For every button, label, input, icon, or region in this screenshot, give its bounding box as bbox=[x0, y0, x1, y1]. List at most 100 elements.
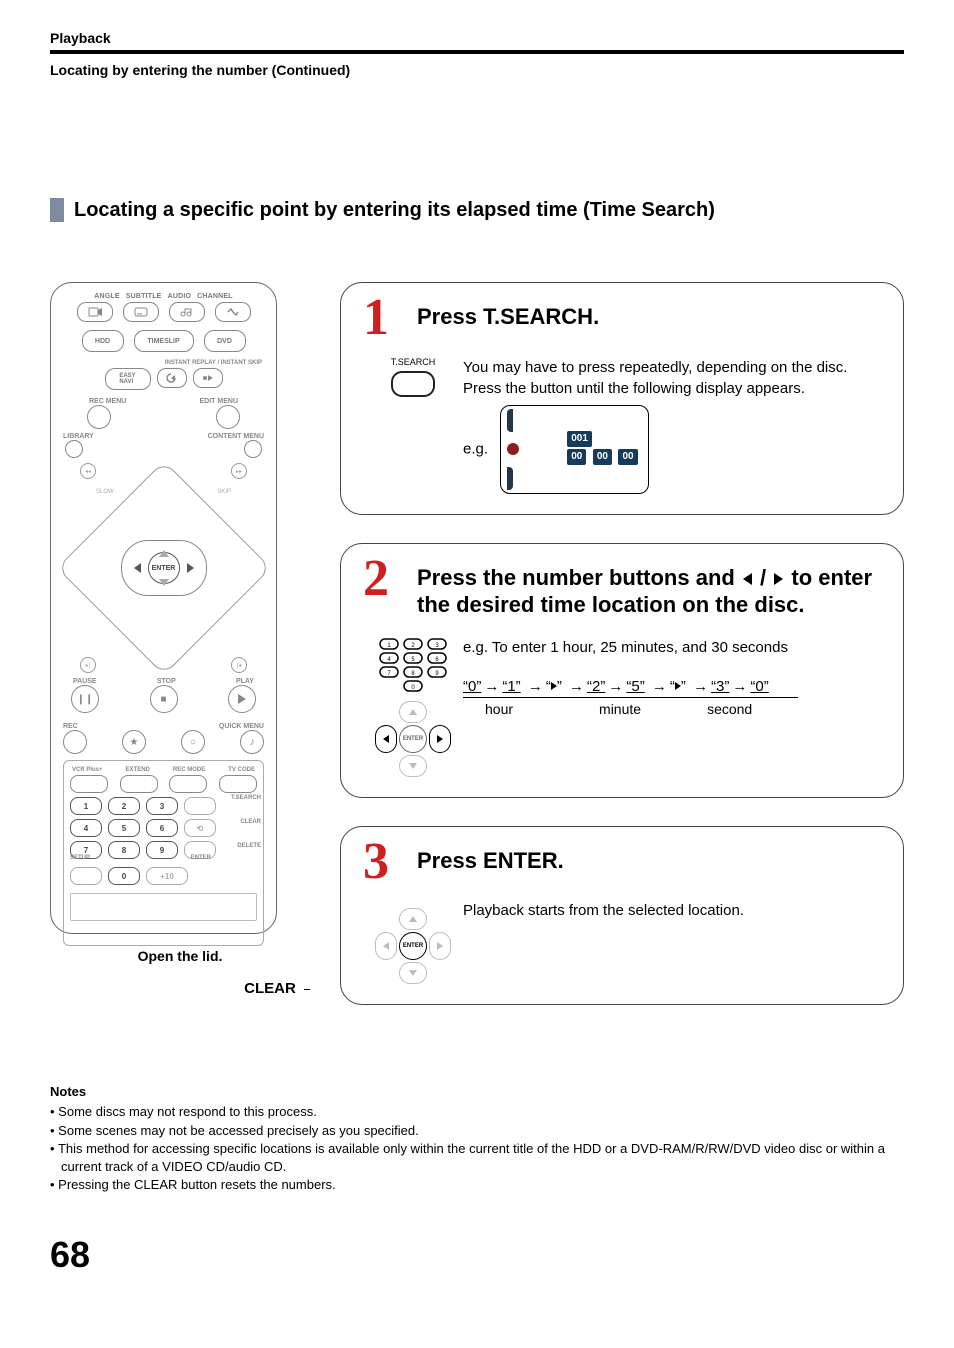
quick-menu-label: QUICK MENU bbox=[219, 723, 264, 730]
label-angle: ANGLE bbox=[94, 293, 120, 300]
step-3-box: 3 Press ENTER. ENTER Playba bbox=[340, 826, 904, 1006]
osd-time-h: 00 bbox=[567, 449, 586, 465]
num-0: 0 bbox=[108, 867, 140, 885]
osd-time-m: 00 bbox=[593, 449, 612, 465]
step-1-title: Press T.SEARCH. bbox=[417, 297, 599, 331]
plus10-button: +10 bbox=[146, 867, 188, 885]
svg-text:6: 6 bbox=[435, 657, 439, 663]
star-button: ★ bbox=[122, 730, 146, 754]
nav-mini-icon-3: ENTER bbox=[375, 908, 451, 984]
number-buttons-icon: 123 456 789 0 bbox=[378, 637, 448, 693]
channel-button bbox=[215, 302, 251, 322]
quick-menu-button: ♪ bbox=[240, 730, 264, 754]
nav-mini-icon: ENTER bbox=[375, 701, 451, 777]
osd-title-label: Title bbox=[527, 432, 561, 446]
vcrplus-button bbox=[70, 775, 108, 793]
num-3: 3 bbox=[146, 797, 178, 815]
num-1: 1 bbox=[70, 797, 102, 815]
extend-button bbox=[120, 775, 158, 793]
svg-text:1: 1 bbox=[387, 643, 391, 649]
edit-menu-button bbox=[216, 405, 240, 429]
recmode-label: REC MODE bbox=[173, 767, 205, 773]
label-subtitle: SUBTITLE bbox=[126, 293, 162, 300]
tsearch-pill-button bbox=[184, 797, 216, 815]
tvcode-label: TV CODE bbox=[228, 767, 255, 773]
instant-label: INSTANT REPLAY / INSTANT SKIP bbox=[51, 360, 276, 366]
step-2-box: 2 Press the number buttons and / to ente… bbox=[340, 543, 904, 798]
library-label: LIBRARY bbox=[63, 433, 94, 440]
stop-button: ■ bbox=[150, 685, 178, 713]
rec-dot-icon bbox=[507, 443, 519, 455]
note-item: • Some scenes may not be accessed precis… bbox=[50, 1122, 904, 1140]
pause-button: ❙❙ bbox=[71, 685, 99, 713]
num-5: 5 bbox=[108, 819, 140, 837]
clear-pill-button: ⟲ bbox=[184, 819, 216, 837]
num-9: 9 bbox=[146, 841, 178, 859]
step-1-box: 1 Press T.SEARCH. T.SEARCH You may have … bbox=[340, 282, 904, 515]
skip-fwd-icon: |◂ bbox=[231, 657, 247, 673]
slow-label: SLOW bbox=[96, 489, 114, 495]
enter-tag: ENTER bbox=[191, 855, 211, 861]
skip-label: SKIP bbox=[217, 489, 231, 495]
header-rule bbox=[50, 50, 904, 54]
svg-text:5: 5 bbox=[411, 657, 415, 663]
vcrplus-label: VCR Plus+ bbox=[72, 767, 103, 773]
svg-text:0: 0 bbox=[411, 685, 415, 691]
note-item: • Pressing the CLEAR button resets the n… bbox=[50, 1176, 904, 1194]
rec-label: REC bbox=[63, 723, 78, 730]
svg-text:9: 9 bbox=[435, 671, 439, 677]
open-lid-caption: Open the lid. bbox=[50, 948, 310, 964]
step-3-number: 3 bbox=[363, 841, 399, 883]
instant-replay-button bbox=[157, 368, 187, 388]
nav-mini-enter-3: ENTER bbox=[399, 932, 427, 960]
step-2-number: 2 bbox=[363, 558, 399, 600]
osd-time-s: 00 bbox=[618, 449, 637, 465]
note-item: • This method for accessing specific loc… bbox=[50, 1140, 904, 1176]
dpad-up-icon bbox=[159, 550, 169, 557]
num-4: 4 bbox=[70, 819, 102, 837]
note-item: • Some discs may not respond to this pro… bbox=[50, 1103, 904, 1121]
subheader: Locating by entering the number (Continu… bbox=[50, 62, 904, 78]
num-8: 8 bbox=[108, 841, 140, 859]
nav-mini-enter: ENTER bbox=[399, 725, 427, 753]
step-1-eg: e.g. bbox=[463, 440, 488, 457]
open-button: ○ bbox=[181, 730, 205, 754]
dpad-left-icon bbox=[134, 563, 141, 573]
step-2-example-intro: e.g. To enter 1 hour, 25 minutes, and 30… bbox=[463, 637, 810, 658]
setup-tag: SETUP bbox=[70, 855, 90, 861]
instant-skip-button bbox=[193, 368, 223, 388]
subtitle-button bbox=[123, 302, 159, 322]
dpad-center: ENTER bbox=[121, 540, 207, 596]
tsearch-button-icon bbox=[391, 371, 435, 397]
hdd-button: HDD bbox=[82, 330, 124, 352]
tvcode-button bbox=[219, 775, 257, 793]
section-title: Locating a specific point by entering it… bbox=[74, 199, 715, 222]
osd-example-box: Title 001 Search Time bbox=[500, 405, 648, 494]
label-audio: AUDIO bbox=[168, 293, 192, 300]
step-1-number: 1 bbox=[363, 297, 399, 339]
notes-title: Notes bbox=[50, 1083, 904, 1101]
recmode-button bbox=[169, 775, 207, 793]
osd-search-label: Search bbox=[545, 447, 561, 454]
step-2-title: Press the number buttons and / to enter … bbox=[417, 558, 881, 619]
audio-button bbox=[169, 302, 205, 322]
content-menu-label: CONTENT MENU bbox=[208, 433, 264, 440]
pause-label: PAUSE bbox=[73, 678, 97, 685]
step-2-sequence: “0”→“1” →“” →“2”→“5” →“” →“3”→“0” bbox=[463, 676, 810, 697]
clear-callout: CLEAR bbox=[244, 980, 296, 997]
slow-back-icon: ◂◂ bbox=[80, 463, 96, 479]
extend-label: EXTEND bbox=[126, 767, 150, 773]
page-number: 68 bbox=[50, 1234, 904, 1276]
slow-fwd-icon: ▸▸ bbox=[231, 463, 247, 479]
lid-display bbox=[70, 893, 257, 921]
left-triangle-icon bbox=[743, 573, 752, 585]
dvd-button: DVD bbox=[204, 330, 246, 352]
play-button bbox=[228, 685, 256, 713]
play-label: PLAY bbox=[236, 678, 254, 685]
clear-tag: CLEAR bbox=[240, 819, 261, 825]
tsearch-icon-label: T.SEARCH bbox=[391, 357, 436, 367]
angle-button bbox=[77, 302, 113, 322]
step-3-title: Press ENTER. bbox=[417, 841, 564, 875]
rec-menu-label: REC MENU bbox=[89, 398, 126, 405]
stop-label: STOP bbox=[157, 678, 176, 685]
